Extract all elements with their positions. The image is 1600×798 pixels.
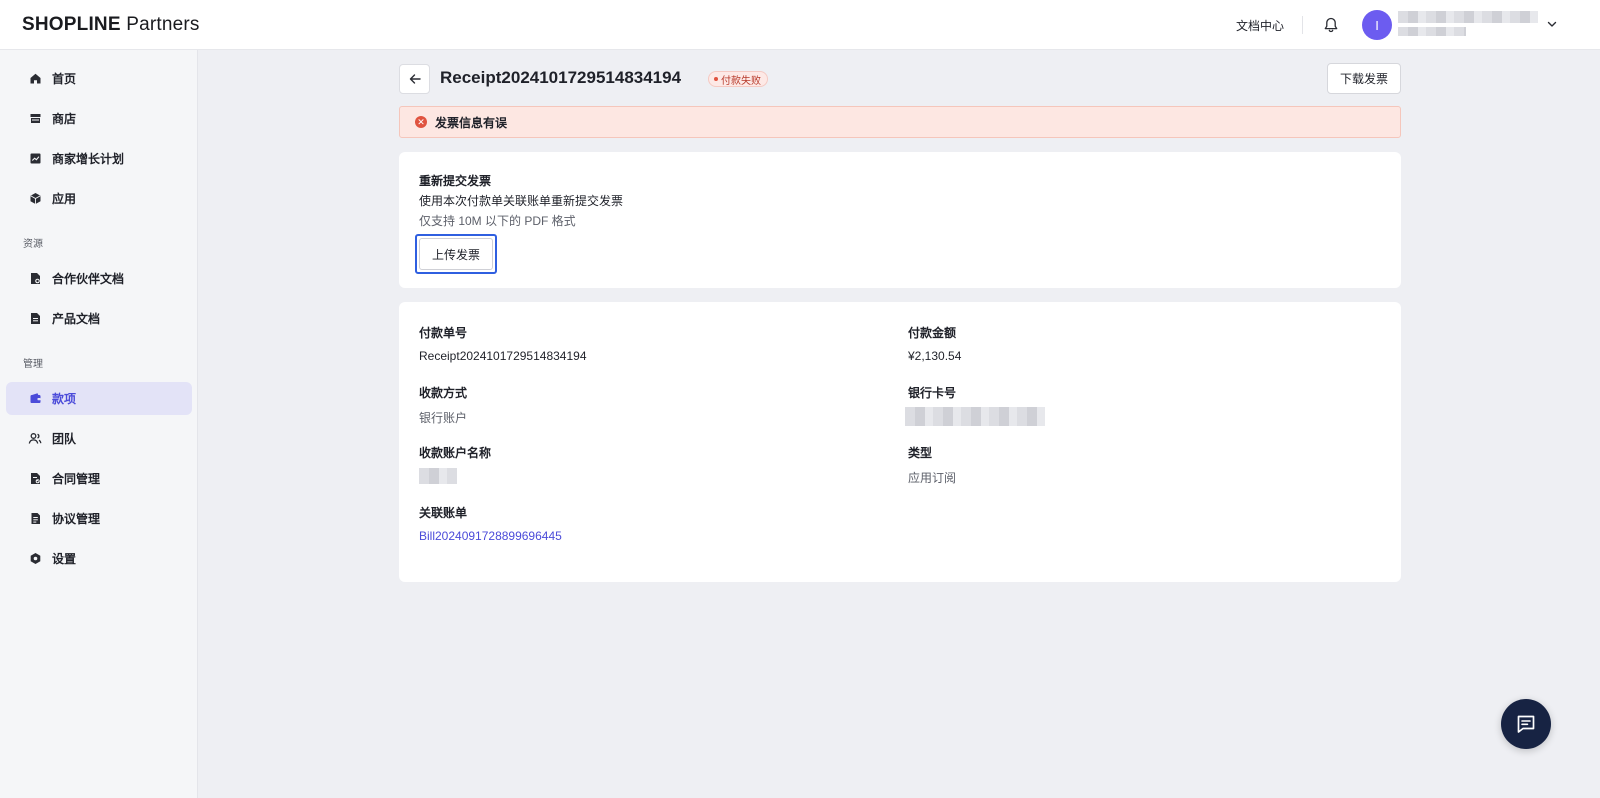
- type-label: 类型: [908, 446, 933, 460]
- error-alert: ✕ 发票信息有误: [399, 106, 1401, 138]
- sidebar-item-growth[interactable]: 商家增长计划: [6, 142, 192, 175]
- sidebar-item-label: 首页: [52, 72, 77, 86]
- amount-label: 付款金额: [908, 326, 957, 340]
- related-bill-label: 关联账单: [419, 506, 468, 520]
- sidebar-item-label: 款项: [52, 392, 77, 406]
- account-subtitle-redacted: [1398, 27, 1466, 36]
- sidebar-item-agreements[interactable]: 协议管理: [6, 502, 192, 535]
- sidebar-item-label: 产品文档: [52, 312, 101, 326]
- sidebar-item-settings[interactable]: 设置: [6, 542, 192, 575]
- top-bar: SHOPLINE Partners 文档中心 I: [0, 0, 1600, 50]
- sidebar-item-home[interactable]: 首页: [6, 62, 192, 95]
- resubmit-title: 重新提交发票: [419, 174, 492, 188]
- related-bill-link[interactable]: Bill2024091728899696445: [419, 529, 562, 543]
- header-divider: [1302, 16, 1303, 34]
- sidebar-item-partner-docs[interactable]: 合作伙伴文档: [6, 262, 192, 295]
- sidebar-item-apps[interactable]: 应用: [6, 182, 192, 215]
- card-no-redacted: [905, 407, 1045, 426]
- type-value: 应用订阅: [908, 471, 957, 485]
- app-box-icon: [28, 192, 42, 206]
- status-label: 付款失败: [721, 75, 761, 87]
- logo-light-text: Partners: [126, 14, 200, 35]
- upload-invoice-button[interactable]: 上传发票: [419, 238, 493, 270]
- growth-chart-icon: [28, 152, 42, 166]
- account-name-redacted: [419, 468, 457, 484]
- account-name-redacted: [1398, 11, 1538, 23]
- sidebar-item-label: 商家增长计划: [52, 152, 125, 166]
- contract-icon: [28, 472, 42, 486]
- sidebar-item-label: 团队: [52, 432, 77, 446]
- download-invoice-button[interactable]: 下载发票: [1327, 63, 1401, 94]
- account-name-label: 收款账户名称: [419, 446, 492, 460]
- sidebar-item-label: 合作伙伴文档: [52, 272, 125, 286]
- sidebar-item-label: 协议管理: [52, 512, 101, 526]
- sidebar-item-store[interactable]: 商店: [6, 102, 192, 135]
- sidebar-item-payments[interactable]: 款项: [6, 382, 192, 415]
- home-icon: [28, 72, 42, 86]
- page-title: Receipt2024101729514834194: [440, 68, 682, 87]
- sidebar-item-label: 设置: [52, 552, 77, 566]
- resubmit-invoice-card: 重新提交发票 使用本次付款单关联账单重新提交发票 仅支持 10M 以下的 PDF…: [399, 152, 1401, 288]
- status-badge: 付款失败: [708, 71, 768, 87]
- payment-no-value: Receipt2024101729514834194: [419, 349, 587, 363]
- shopline-partners-logo[interactable]: SHOPLINE Partners: [22, 14, 200, 36]
- team-icon: [28, 432, 42, 446]
- amount-value: ¥2,130.54: [908, 349, 962, 363]
- sidebar-section-manage: 管理: [23, 359, 43, 370]
- card-no-label: 银行卡号: [908, 386, 957, 400]
- resubmit-description: 使用本次付款单关联账单重新提交发票: [419, 194, 624, 208]
- store-icon: [28, 112, 42, 126]
- sidebar-item-label: 应用: [52, 192, 77, 206]
- sidebar-item-label: 合同管理: [52, 472, 101, 486]
- payment-no-label: 付款单号: [419, 326, 468, 340]
- method-value: 银行账户: [419, 411, 468, 425]
- payment-details-card: 付款单号 Receipt2024101729514834194 付款金额 ¥2,…: [399, 302, 1401, 582]
- product-doc-icon: [28, 312, 42, 326]
- agreement-icon: [28, 512, 42, 526]
- sidebar-item-contracts[interactable]: 合同管理: [6, 462, 192, 495]
- chat-support-button[interactable]: [1501, 699, 1551, 749]
- bell-icon[interactable]: [1322, 16, 1340, 34]
- partner-doc-icon: [28, 272, 42, 286]
- chevron-down-icon[interactable]: [1546, 18, 1558, 30]
- back-button[interactable]: [399, 64, 430, 94]
- sidebar-item-label: 商店: [52, 112, 77, 126]
- chat-message-icon: [1517, 715, 1535, 733]
- alert-message: 发票信息有误: [435, 115, 508, 130]
- docs-center-link[interactable]: 文档中心: [1236, 17, 1284, 34]
- sidebar-item-team[interactable]: 团队: [6, 422, 192, 455]
- upload-format-hint: 仅支持 10M 以下的 PDF 格式: [419, 214, 576, 228]
- status-dot: [714, 77, 718, 81]
- sidebar: 首页 商店 商家增长计划 应用 资源 合作伙伴文档 产品文档 管理 款项 团队 …: [0, 50, 198, 798]
- sidebar-item-product-docs[interactable]: 产品文档: [6, 302, 192, 335]
- arrow-left-icon: [409, 74, 421, 84]
- avatar[interactable]: I: [1362, 10, 1392, 40]
- error-close-circle-icon: ✕: [415, 116, 427, 128]
- sidebar-section-resources: 资源: [23, 239, 43, 250]
- wallet-icon: [28, 392, 42, 406]
- logo-bold-text: SHOPLINE: [22, 14, 121, 35]
- settings-icon: [28, 552, 42, 566]
- method-label: 收款方式: [419, 386, 468, 400]
